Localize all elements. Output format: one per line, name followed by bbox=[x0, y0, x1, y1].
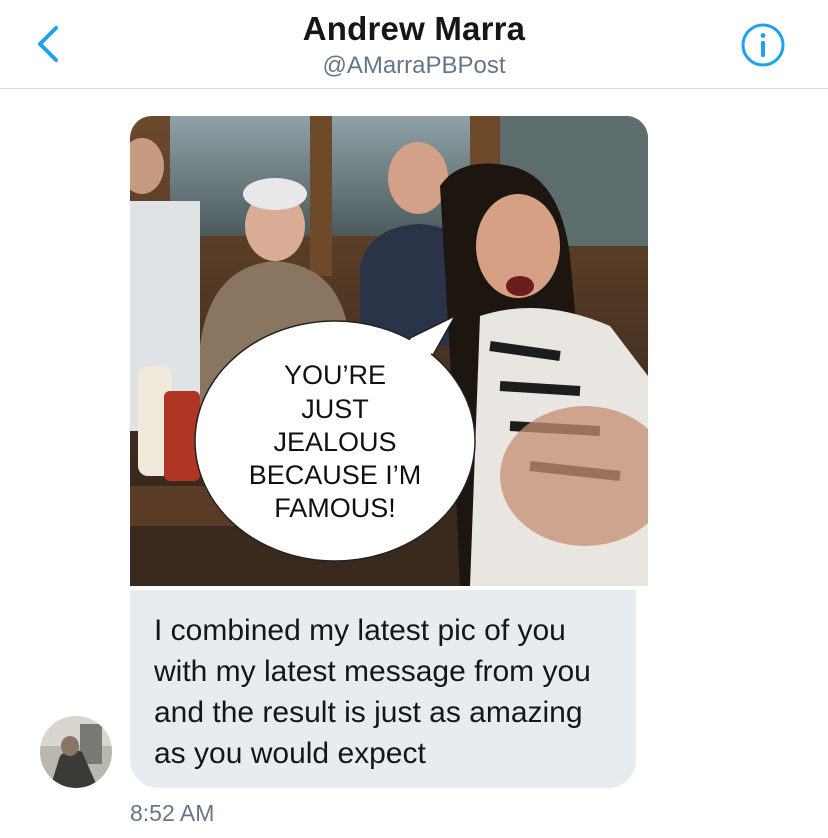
info-button[interactable] bbox=[740, 22, 786, 68]
conversation-header: Andrew Marra @AMarraPBPost bbox=[0, 0, 828, 89]
speech-line: FAMOUS! bbox=[274, 493, 396, 523]
message-bubble[interactable]: I combined my latest pic of you with my … bbox=[130, 590, 636, 788]
contact-name[interactable]: Andrew Marra bbox=[0, 10, 828, 48]
speech-line: BECAUSE I’M bbox=[249, 460, 422, 490]
speech-line: JUST bbox=[301, 394, 369, 424]
message-text: I combined my latest pic of you with my … bbox=[154, 614, 591, 770]
info-icon bbox=[741, 23, 785, 67]
message-image[interactable]: YOU’RE JUST JEALOUS BECAUSE I’M FAMOUS! bbox=[130, 116, 648, 586]
message-timestamp: 8:52 AM bbox=[130, 800, 215, 826]
contact-handle[interactable]: @AMarraPBPost bbox=[0, 52, 828, 80]
speech-line: JEALOUS bbox=[273, 427, 396, 457]
speech-line: YOU’RE bbox=[284, 360, 386, 390]
bar-photo: YOU’RE JUST JEALOUS BECAUSE I’M FAMOUS! bbox=[130, 116, 648, 586]
avatar-photo bbox=[40, 716, 112, 788]
sender-avatar[interactable] bbox=[40, 716, 112, 788]
